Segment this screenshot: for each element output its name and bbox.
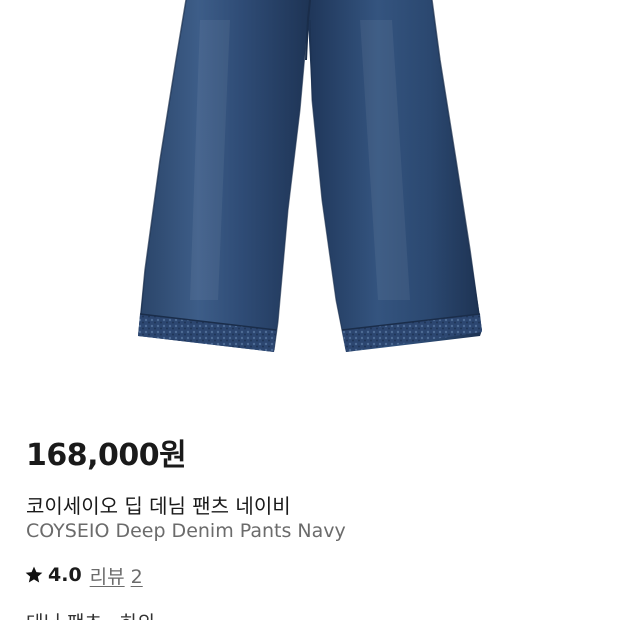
product-detail-page: 168,000원 코이세이오 딥 데님 팬츠 네이비 COYSEIO Deep … bbox=[0, 0, 620, 620]
rating-value: 4.0 bbox=[48, 564, 82, 586]
denim-pants-illustration bbox=[138, 0, 482, 352]
product-title-english: COYSEIO Deep Denim Pants Navy bbox=[26, 520, 346, 542]
product-price: 168,000원 bbox=[26, 438, 187, 473]
product-category: 데님 팬츠 · 하의 bbox=[26, 608, 155, 620]
review-link[interactable]: 리뷰 2 bbox=[90, 562, 143, 589]
rating-row: 4.0 리뷰 2 bbox=[24, 562, 143, 588]
star-icon bbox=[24, 565, 44, 585]
product-title-korean: 코이세이오 딥 데님 팬츠 네이비 bbox=[26, 494, 291, 518]
review-label: 리뷰 bbox=[89, 565, 125, 588]
review-count: 2 bbox=[130, 565, 143, 588]
product-image[interactable] bbox=[0, 0, 620, 392]
